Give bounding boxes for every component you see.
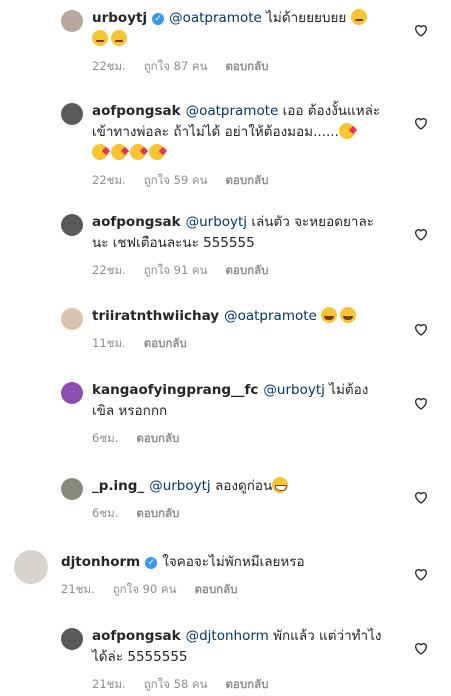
reply-button[interactable]: ตอบกลับ xyxy=(144,336,187,350)
kiss-emoji-icon xyxy=(92,144,108,160)
smirk-emoji-icon xyxy=(350,9,367,25)
timestamp: 6ชม. xyxy=(92,431,119,445)
avatar[interactable] xyxy=(14,550,48,584)
timestamp: 6ชม. xyxy=(92,506,119,520)
mention-link[interactable]: @urboytj xyxy=(149,478,210,494)
reply-button[interactable]: ตอบกลับ xyxy=(136,506,179,520)
comment-text: aofpongsak @djtonhorm พักแล้ว แต่ว่าทำไงไ… xyxy=(92,626,384,668)
verified-badge-icon: ✓ xyxy=(145,557,158,569)
timestamp: 21ชม. xyxy=(92,677,126,691)
heart-outline-icon[interactable] xyxy=(413,566,429,582)
reply-button[interactable]: ตอบกลับ xyxy=(225,59,268,73)
reply-button[interactable]: ตอบกลับ xyxy=(136,431,179,445)
username[interactable]: triiratnthwiichay xyxy=(92,308,219,324)
reply-button[interactable]: ตอบกลับ xyxy=(225,173,268,187)
heart-outline-icon[interactable] xyxy=(413,395,429,411)
comment-meta: 22ชม. ถูกใจ 91 คน ตอบกลับ xyxy=(92,262,384,280)
username[interactable]: kangaofyingprang__fc xyxy=(92,382,258,398)
heart-outline-icon[interactable] xyxy=(413,115,429,131)
avatar[interactable] xyxy=(61,10,83,32)
comment-meta: 6ชม. ตอบกลับ xyxy=(92,505,384,523)
smirk-emoji-icon xyxy=(92,30,108,46)
heart-outline-icon[interactable] xyxy=(413,22,429,38)
like-count[interactable]: ถูกใจ 90 คน xyxy=(113,582,177,596)
heart-outline-icon[interactable] xyxy=(413,226,429,242)
heart-outline-icon[interactable] xyxy=(413,489,429,505)
timestamp: 22ชม. xyxy=(92,263,126,277)
comment-text: urboytj ✓ @oatpramote ไม่ด้ายยยบยย xyxy=(92,8,384,50)
avatar[interactable] xyxy=(61,382,83,404)
username[interactable]: _p.ing_ xyxy=(92,478,144,494)
username[interactable]: djtonhorm xyxy=(61,554,140,570)
comment-meta: 21ชม. ถูกใจ 90 คน ตอบกลับ xyxy=(61,581,391,599)
timestamp: 11ชม. xyxy=(92,336,126,350)
comment-meta: 6ชม. ตอบกลับ xyxy=(92,430,384,448)
avatar[interactable] xyxy=(61,103,83,125)
kiss-emoji-icon xyxy=(130,144,146,160)
comment-text: _p.ing_ @urboytj ลองดูก่อน xyxy=(92,476,384,497)
heart-outline-icon[interactable] xyxy=(413,640,429,656)
like-count[interactable]: ถูกใจ 87 คน xyxy=(144,59,208,73)
like-count[interactable]: ถูกใจ 58 คน xyxy=(144,677,208,691)
username[interactable]: aofpongsak xyxy=(92,214,181,230)
grin-emoji-icon xyxy=(272,477,289,493)
kiss-emoji-icon xyxy=(338,123,355,139)
reply-button[interactable]: ตอบกลับ xyxy=(194,582,237,596)
mention-link[interactable]: @oatpramote xyxy=(169,10,262,26)
username[interactable]: aofpongsak xyxy=(92,103,181,119)
mention-link[interactable]: @oatpramote xyxy=(186,103,279,119)
mention-link[interactable]: @djtonhorm xyxy=(186,628,269,644)
comment-meta: 22ชม. ถูกใจ 87 คน ตอบกลับ xyxy=(92,58,384,76)
laughing-emoji-icon xyxy=(321,307,338,323)
mention-link[interactable]: @urboytj xyxy=(186,214,247,230)
comment-text: djtonhorm ✓ ใจคอจะไม่พักหมีเลยหรอ xyxy=(61,552,391,573)
smirk-emoji-icon xyxy=(111,30,127,46)
comment-body: ลองดูก่อน xyxy=(214,478,273,494)
username[interactable]: aofpongsak xyxy=(92,628,181,644)
timestamp: 22ชม. xyxy=(92,173,126,187)
avatar[interactable] xyxy=(61,628,83,650)
comment-text: aofpongsak @urboytj เล่นตัว จะหยอดยาละนะ … xyxy=(92,212,384,254)
like-count[interactable]: ถูกใจ 91 คน xyxy=(144,263,208,277)
comment-meta: 22ชม. ถูกใจ 59 คน ตอบกลับ xyxy=(92,172,384,190)
timestamp: 21ชม. xyxy=(61,582,95,596)
avatar[interactable] xyxy=(61,478,83,500)
mention-link[interactable]: @urboytj xyxy=(263,382,324,398)
comment-body: ไม่ด้ายยยบยย xyxy=(266,10,347,26)
kiss-emoji-icon xyxy=(149,144,165,160)
heart-outline-icon[interactable] xyxy=(413,321,429,337)
comment-text: kangaofyingprang__fc @urboytj ไม่ต้องเขิล… xyxy=(92,380,384,422)
avatar[interactable] xyxy=(61,308,83,330)
timestamp: 22ชม. xyxy=(92,59,126,73)
comment-meta: 11ชม. ตอบกลับ xyxy=(92,335,384,353)
comment-text: triiratnthwiichay @oatpramote xyxy=(92,306,384,327)
like-count[interactable]: ถูกใจ 59 คน xyxy=(144,173,208,187)
avatar[interactable] xyxy=(61,214,83,236)
laughing-emoji-icon xyxy=(340,307,357,323)
verified-badge-icon: ✓ xyxy=(152,13,165,25)
reply-button[interactable]: ตอบกลับ xyxy=(225,677,268,691)
username[interactable]: urboytj xyxy=(92,10,147,26)
comment-body: ใจคอจะไม่พักหมีเลยหรอ xyxy=(162,554,305,570)
reply-button[interactable]: ตอบกลับ xyxy=(225,263,268,277)
comment-text: aofpongsak @oatpramote เออ ต้องงั้นแหล่ะ … xyxy=(92,101,384,164)
comment-meta: 21ชม. ถูกใจ 58 คน ตอบกลับ xyxy=(92,676,384,694)
mention-link[interactable]: @oatpramote xyxy=(224,308,317,324)
kiss-emoji-icon xyxy=(111,144,127,160)
